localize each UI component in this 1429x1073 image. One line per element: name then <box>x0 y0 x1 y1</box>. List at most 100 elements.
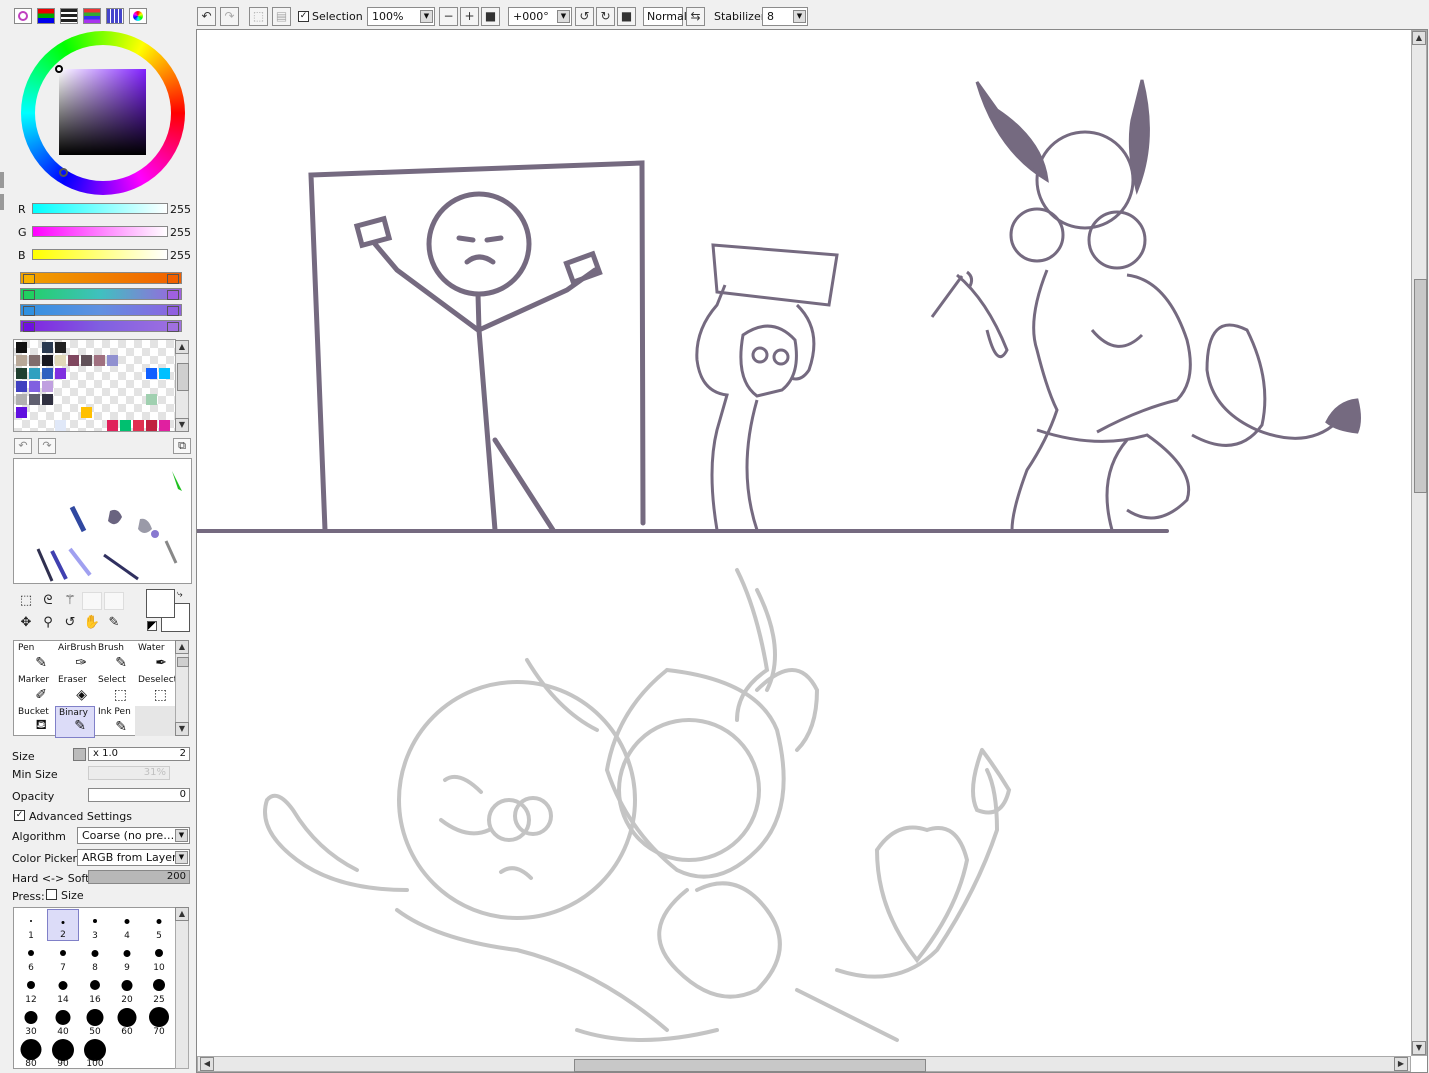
tool-eraser[interactable]: Eraser ◈ <box>55 674 95 706</box>
brush-size-9[interactable]: 9 <box>111 941 143 973</box>
swap-colors-icon[interactable]: ⤷ <box>177 589 183 600</box>
scratchpad-tab-icon[interactable] <box>129 8 147 24</box>
brush-size-30[interactable]: 30 <box>15 1005 47 1037</box>
vertical-scroll-thumb[interactable] <box>1414 279 1427 493</box>
algorithm-dropdown[interactable]: Coarse (no pre… ▼ <box>77 827 190 844</box>
brush-size-70[interactable]: 70 <box>143 1005 175 1037</box>
gradient-slider-tab-icon[interactable] <box>83 8 101 24</box>
brush-size-50[interactable]: 50 <box>79 1005 111 1037</box>
redo-button[interactable]: ↷ <box>220 7 239 26</box>
lasso-tool-icon[interactable]: ᘓ <box>38 592 58 610</box>
horizontal-scroll-thumb[interactable] <box>574 1059 926 1072</box>
gradient-bar-3[interactable] <box>20 304 182 316</box>
brush-size-3[interactable]: 3 <box>79 909 111 941</box>
rotate-right-button[interactable]: ↻ <box>596 7 615 26</box>
canvas-horizontal-scrollbar[interactable]: ◀ ▶ <box>197 1056 1411 1072</box>
hard-soft-slider[interactable]: 200 <box>88 870 190 884</box>
brush-size-5[interactable]: 5 <box>143 909 175 941</box>
advanced-settings-checkbox[interactable]: ✓ <box>14 810 25 821</box>
tool-ink-pen[interactable]: Ink Pen ✎ <box>95 706 135 738</box>
brush-size-1[interactable]: 1 <box>15 909 47 941</box>
gradient-bar-4[interactable] <box>20 320 182 332</box>
tool-deselect[interactable]: Deselect ⬚ <box>135 674 177 706</box>
zoom-out-button[interactable]: − <box>439 7 458 26</box>
size-grid-scrollbar[interactable]: ▲ <box>175 907 189 1069</box>
flip-horizontal-button[interactable]: ⇆ <box>686 7 705 26</box>
tool-binary[interactable]: Binary ✎ <box>55 706 95 738</box>
magic-wand-tool-icon[interactable]: ⚚ <box>60 592 80 610</box>
brush-size-6[interactable]: 6 <box>15 941 47 973</box>
brush-size-40[interactable]: 40 <box>47 1005 79 1037</box>
scratchpad-redo-button[interactable]: ↷ <box>38 438 56 454</box>
tool-brush[interactable]: Brush ✎ <box>95 642 135 674</box>
size-field[interactable]: x 1.0 2 <box>88 747 190 761</box>
brush-size-80[interactable]: 80 <box>15 1037 47 1069</box>
color-picker-dropdown[interactable]: ARGB from Layer ▼ <box>77 849 190 866</box>
tool-grid-scrollbar[interactable]: ▲ ▼ <box>175 640 189 736</box>
gradient-bar-1[interactable] <box>20 272 182 284</box>
tool-marker[interactable]: Marker ✐ <box>15 674 55 706</box>
tool-select[interactable]: Select ⬚ <box>95 674 135 706</box>
deselect-button[interactable]: ⬚ <box>249 7 268 26</box>
brush-size-4[interactable]: 4 <box>111 909 143 941</box>
saturation-value-square[interactable] <box>59 69 146 155</box>
stabilizer-dropdown[interactable]: 8 ▼ <box>762 7 808 26</box>
zoom-dropdown[interactable]: 100% ▼ <box>367 7 435 26</box>
swatches-tab-icon[interactable] <box>106 8 124 24</box>
press-size-checkbox[interactable] <box>46 889 57 900</box>
color-scratchpad[interactable] <box>13 458 192 584</box>
color-wheel-tab-icon[interactable] <box>14 8 32 24</box>
hue-picker-handle[interactable] <box>59 168 68 177</box>
brush-size-2[interactable]: 2 <box>47 909 79 941</box>
rgb-slider-tab-icon[interactable] <box>37 8 55 24</box>
brush-size-60[interactable]: 60 <box>111 1005 143 1037</box>
hsv-slider-tab-icon[interactable] <box>60 8 78 24</box>
zoom-in-button[interactable]: + <box>460 7 479 26</box>
brush-size-12[interactable]: 12 <box>15 973 47 1005</box>
gradient-bar-2[interactable] <box>20 288 182 300</box>
reset-colors-icon[interactable] <box>147 621 157 631</box>
tool-bucket[interactable]: Bucket ⛾ <box>15 706 55 738</box>
panel-collapse-handle[interactable] <box>0 172 4 188</box>
brush-size-25[interactable]: 25 <box>143 973 175 1005</box>
foreground-color-swatch[interactable] <box>146 589 175 618</box>
brush-size-20[interactable]: 20 <box>111 973 143 1005</box>
brush-size-100[interactable]: 100 <box>79 1037 111 1069</box>
brush-size-14[interactable]: 14 <box>47 973 79 1005</box>
rotate-tool-icon[interactable]: ↺ <box>60 614 80 632</box>
zoom-tool-icon[interactable]: ⚲ <box>38 614 58 632</box>
b-slider[interactable] <box>32 249 168 260</box>
swatch-palette[interactable] <box>13 339 176 432</box>
canvas-vertical-scrollbar[interactable]: ▲ ▼ <box>1411 30 1427 1056</box>
tool-airbrush[interactable]: AirBrush ✑ <box>55 642 96 674</box>
move-tool-icon[interactable]: ✥ <box>16 614 36 632</box>
min-size-field[interactable]: 31% <box>88 766 170 780</box>
brush-size-16[interactable]: 16 <box>79 973 111 1005</box>
eyedropper-tool-icon[interactable]: ✎ <box>104 614 124 632</box>
rotate-reset-button[interactable]: ■ <box>617 7 636 26</box>
rotate-left-button[interactable]: ↺ <box>575 7 594 26</box>
sv-picker-handle[interactable] <box>55 65 63 73</box>
tool-water[interactable]: Water ✒ <box>135 642 175 674</box>
r-slider[interactable] <box>32 203 168 214</box>
scratchpad-clear-button[interactable]: ⧉ <box>173 438 191 454</box>
tool-pen[interactable]: Pen ✎ <box>15 642 55 674</box>
brush-size-90[interactable]: 90 <box>47 1037 79 1069</box>
palette-scrollbar[interactable]: ▲ ▼ <box>175 340 189 432</box>
rotation-dropdown[interactable]: +000° ▼ <box>508 7 572 26</box>
opacity-field[interactable]: 0 <box>88 788 190 802</box>
size-lock-button[interactable] <box>73 748 86 761</box>
brush-size-7[interactable]: 7 <box>47 941 79 973</box>
panel-collapse-handle-2[interactable] <box>0 194 4 210</box>
rect-select-tool-icon[interactable]: ⬚ <box>16 592 36 610</box>
selection-checkbox[interactable]: ✓ <box>298 11 309 22</box>
brush-size-8[interactable]: 8 <box>79 941 111 973</box>
undo-button[interactable]: ↶ <box>197 7 216 26</box>
scratchpad-undo-button[interactable]: ↶ <box>14 438 32 454</box>
g-slider[interactable] <box>32 226 168 237</box>
drawing-canvas[interactable]: ▲ ▼ ◀ ▶ <box>196 29 1428 1073</box>
zoom-reset-button[interactable]: ■ <box>481 7 500 26</box>
hand-tool-icon[interactable]: ✋ <box>82 614 102 632</box>
invert-selection-button[interactable]: ▤ <box>272 7 291 26</box>
brush-size-10[interactable]: 10 <box>143 941 175 973</box>
